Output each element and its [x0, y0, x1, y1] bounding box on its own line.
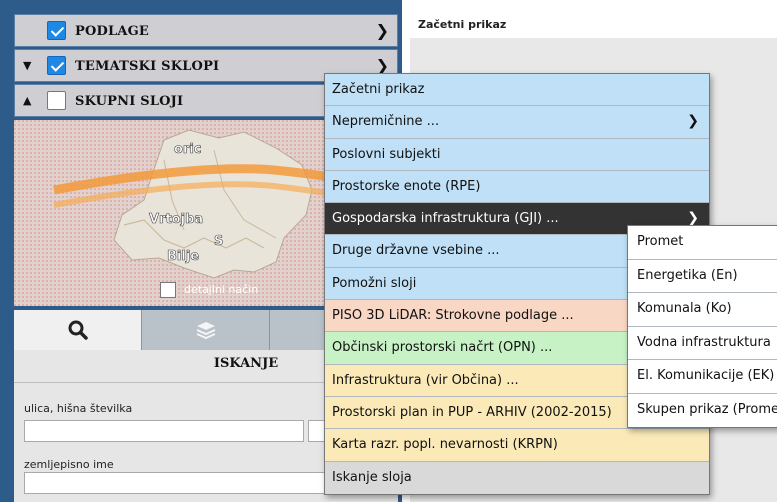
- menu-item-label: Infrastruktura (vir Občina) ...: [332, 372, 519, 388]
- menu-item-poslovni-subjekti[interactable]: Poslovni subjekti: [325, 138, 709, 171]
- menu-item-zacetni-prikaz[interactable]: Začetni prikaz: [325, 74, 709, 107]
- submenu-item-vodna-infrastruktura[interactable]: Vodna infrastruktura: [628, 327, 777, 360]
- podlage-checkbox[interactable]: [47, 21, 66, 40]
- menu-item-label: Gospodarska infrastruktura (GJI) ...: [332, 211, 559, 227]
- geo-name-input[interactable]: [24, 472, 360, 494]
- menu-item-label: Karta razr. popl. nevarnosti (KRPN): [332, 437, 558, 453]
- menu-item-krpn[interactable]: Karta razr. popl. nevarnosti (KRPN): [325, 429, 709, 462]
- content-header: Začetni prikaz: [410, 14, 777, 38]
- menu-item-iskanje-sloja[interactable]: Iskanje sloja: [325, 461, 709, 494]
- submenu-item-komunala[interactable]: Komunala (Ko): [628, 293, 777, 327]
- tematski-sklopi-checkbox[interactable]: [47, 56, 66, 75]
- menu-item-label: Občinski prostorski načrt (OPN) ...: [332, 340, 553, 356]
- street-input[interactable]: [24, 420, 304, 442]
- layer-row-podlage[interactable]: PODLAGE ❯: [14, 14, 398, 47]
- menu-item-prostorske-enote[interactable]: Prostorske enote (RPE): [325, 170, 709, 204]
- triangle-up-icon[interactable]: ▲: [23, 94, 31, 107]
- layers-icon: [195, 320, 217, 345]
- submenu-item-promet[interactable]: Promet: [628, 226, 777, 260]
- menu-item-label: Pomožni sloji: [332, 275, 417, 291]
- menu-item-label: Prostorski plan in PUP - ARHIV (2002-201…: [332, 404, 612, 420]
- menu-item-label: Prostorske enote (RPE): [332, 178, 481, 194]
- skupni-sloji-label: SKUPNI SLOJI: [75, 94, 184, 109]
- map-label-bilje: Bilje: [167, 249, 199, 264]
- search-icon: [68, 320, 88, 345]
- submenu-item-skupen-prikaz[interactable]: Skupen prikaz (Promet): [628, 394, 777, 428]
- geo-name-label: zemljepisno ime: [24, 458, 114, 471]
- menu-item-nepremicnine[interactable]: Nepremičnine ... ❯: [325, 106, 709, 139]
- map-label-vrtojba: Vrtojba: [149, 212, 203, 227]
- map-label-oric: oric: [174, 142, 202, 157]
- triangle-down-icon[interactable]: ▼: [23, 59, 31, 72]
- chevron-right-icon[interactable]: ❯: [376, 21, 389, 40]
- street-label: ulica, hišna številka: [24, 402, 133, 415]
- content-title: Začetni prikaz: [418, 18, 507, 31]
- skupni-sloji-checkbox[interactable]: [47, 91, 66, 110]
- menu-item-label: Začetni prikaz: [332, 82, 425, 97]
- tab-search[interactable]: [14, 310, 142, 350]
- map-label-s: S: [214, 234, 223, 249]
- menu-item-label: Iskanje sloja: [332, 469, 412, 485]
- tematski-sklopi-label: TEMATSKI SKLOPI: [75, 59, 220, 74]
- submenu-item-energetika[interactable]: Energetika (En): [628, 260, 777, 293]
- menu-item-label: Poslovni subjekti: [332, 146, 441, 162]
- menu-item-label: Druge državne vsebine ...: [332, 243, 500, 259]
- gji-submenu: Promet Energetika (En) Komunala (Ko) Vod…: [627, 225, 777, 428]
- chevron-right-icon: ❯: [687, 113, 699, 130]
- detail-mode-checkbox[interactable]: [160, 282, 176, 298]
- menu-item-label: PISO 3D LiDAR: Strokovne podlage ...: [332, 308, 574, 324]
- tab-layers[interactable]: [142, 310, 270, 350]
- detail-mode-label: detajlni način: [184, 283, 259, 296]
- podlage-label: PODLAGE: [75, 24, 150, 39]
- submenu-item-el-komunikacije[interactable]: El. Komunikacije (EK): [628, 360, 777, 394]
- menu-item-label: Nepremičnine ...: [332, 114, 440, 130]
